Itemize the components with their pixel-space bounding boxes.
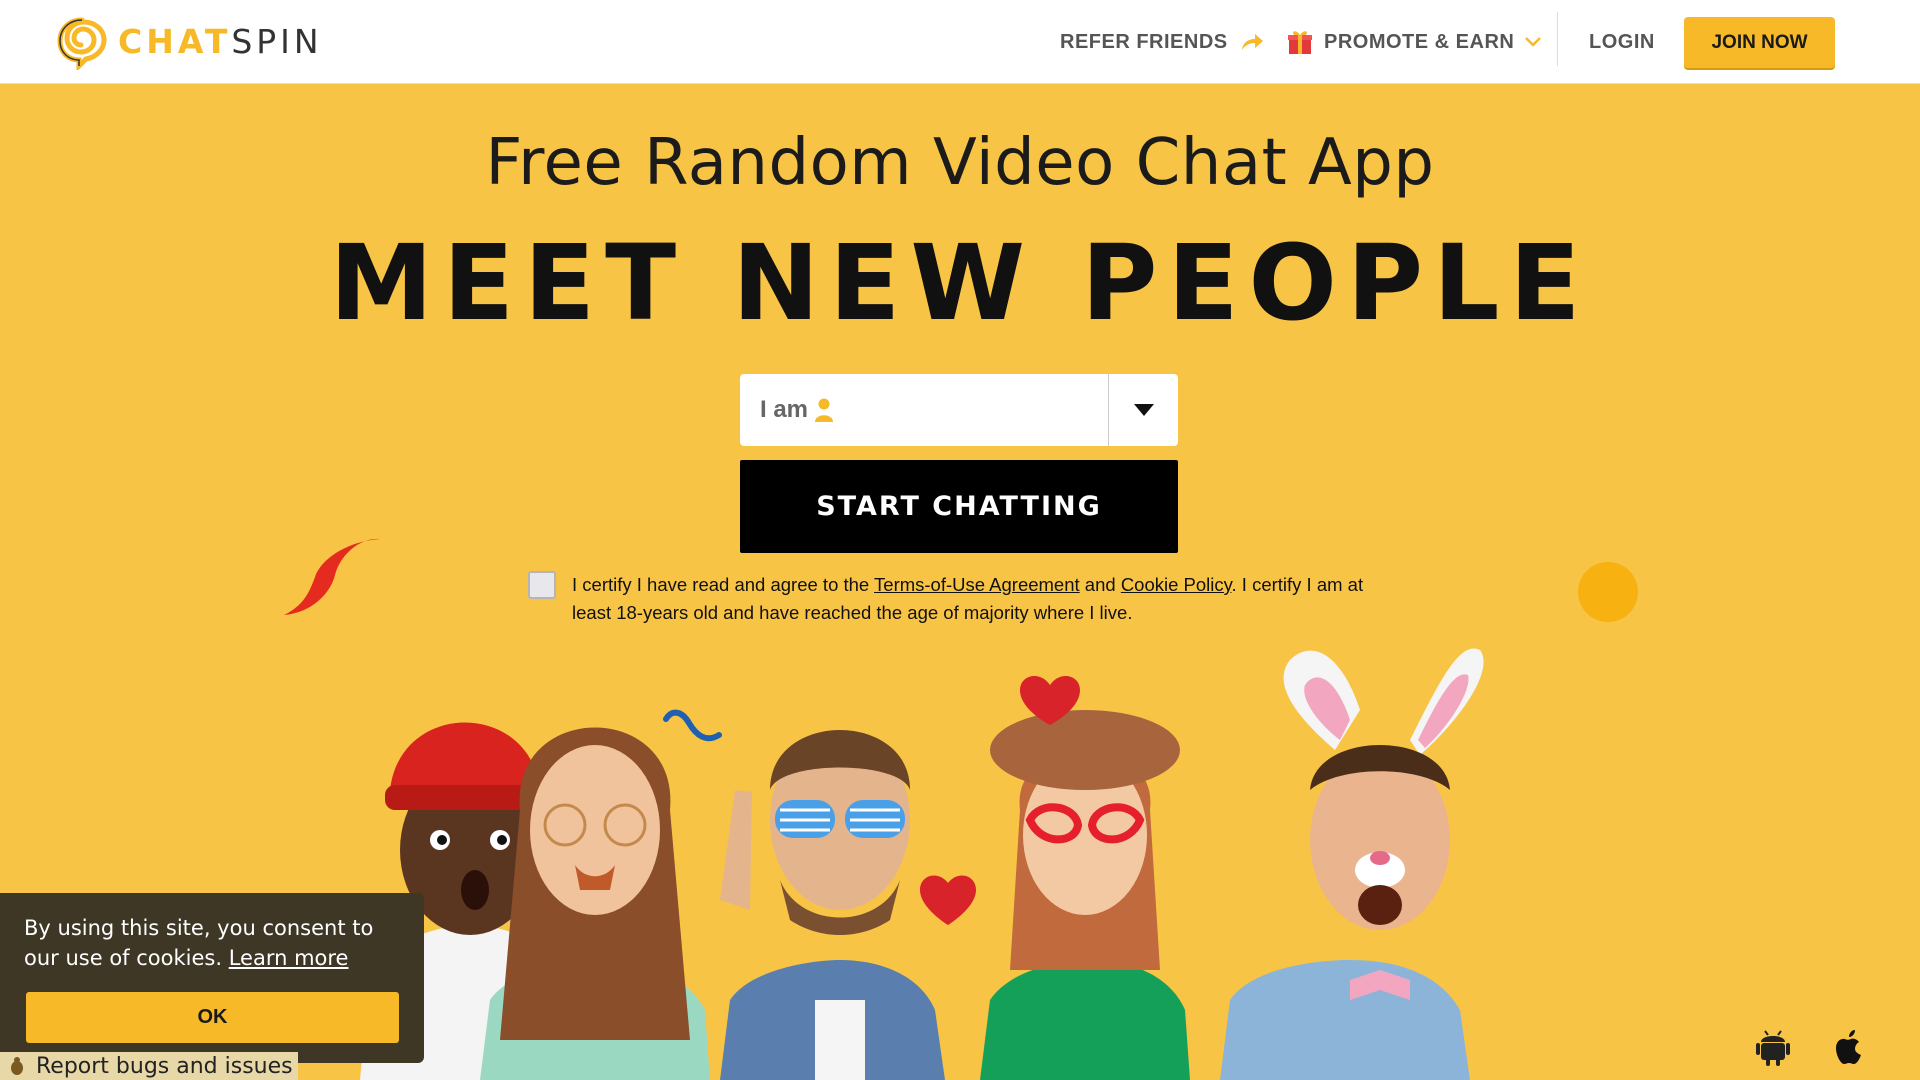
login-label: LOGIN: [1589, 30, 1655, 53]
red-ribbon-decoration: [284, 538, 380, 615]
gift-icon: [1288, 31, 1312, 54]
apple-app-link[interactable]: [1831, 1028, 1865, 1068]
arrow-right-icon: [1241, 34, 1263, 50]
cookie-ok-button[interactable]: OK: [26, 992, 399, 1043]
logo-text: CHATSPIN: [118, 22, 323, 61]
gender-select-value: I am: [740, 396, 1108, 424]
yellow-dot-decoration: [1578, 562, 1638, 622]
promote-earn-label: PROMOTE & EARN: [1324, 30, 1515, 53]
person-beret: [920, 675, 1190, 1080]
learn-more-link[interactable]: Learn more: [229, 946, 349, 970]
android-app-link[interactable]: [1756, 1028, 1790, 1066]
certify-checkbox[interactable]: [528, 571, 556, 599]
chevron-down-icon: [1525, 37, 1542, 47]
certify-text: I certify I have read and agree to the T…: [572, 574, 1364, 623]
report-bugs-link[interactable]: Report bugs and issues: [0, 1052, 298, 1080]
refer-friends-label: REFER FRIENDS: [1060, 30, 1228, 53]
terms-link[interactable]: Terms-of-Use Agreement: [874, 574, 1080, 595]
people-illustration: [360, 648, 1484, 1080]
android-icon: [1756, 1030, 1790, 1066]
cookie-consent-banner: By using this site, you consent to our u…: [0, 893, 424, 1063]
age-certification: I certify I have read and agree to the T…: [528, 571, 1398, 627]
gender-select-toggle[interactable]: [1108, 374, 1178, 446]
cookie-text: By using this site, you consent to our u…: [24, 916, 374, 970]
gender-select-label: I am: [760, 396, 809, 423]
top-navbar: CHATSPIN REFER FRIENDS PROMOTE & EARN LO…: [0, 0, 1920, 84]
cookie-policy-link[interactable]: Cookie Policy: [1121, 574, 1232, 595]
apple-icon: [1836, 1030, 1861, 1064]
promote-earn-dropdown[interactable]: PROMOTE & EARN: [1286, 0, 1542, 84]
report-bugs-label: Report bugs and issues: [36, 1053, 293, 1079]
bug-icon: [11, 1057, 23, 1075]
user-icon: [815, 398, 834, 422]
gender-select[interactable]: I am: [740, 374, 1178, 446]
caret-down-icon: [1133, 404, 1154, 416]
logo-spiral-icon: [57, 17, 107, 70]
hero-subtitle: Free Random Video Chat App: [485, 126, 1435, 200]
nav-divider: [1557, 12, 1558, 66]
hero-headline: MEET NEW PEOPLE: [329, 222, 1591, 344]
person-heart-glasses: [720, 730, 945, 1080]
login-link[interactable]: LOGIN: [1589, 0, 1655, 84]
refer-friends-link[interactable]: REFER FRIENDS: [1060, 0, 1264, 84]
start-chatting-button[interactable]: START CHATTING: [740, 460, 1178, 553]
join-now-button[interactable]: JOIN NOW: [1684, 17, 1835, 68]
logo[interactable]: CHATSPIN: [54, 14, 323, 70]
person-bunny-ears: [1220, 648, 1484, 1080]
